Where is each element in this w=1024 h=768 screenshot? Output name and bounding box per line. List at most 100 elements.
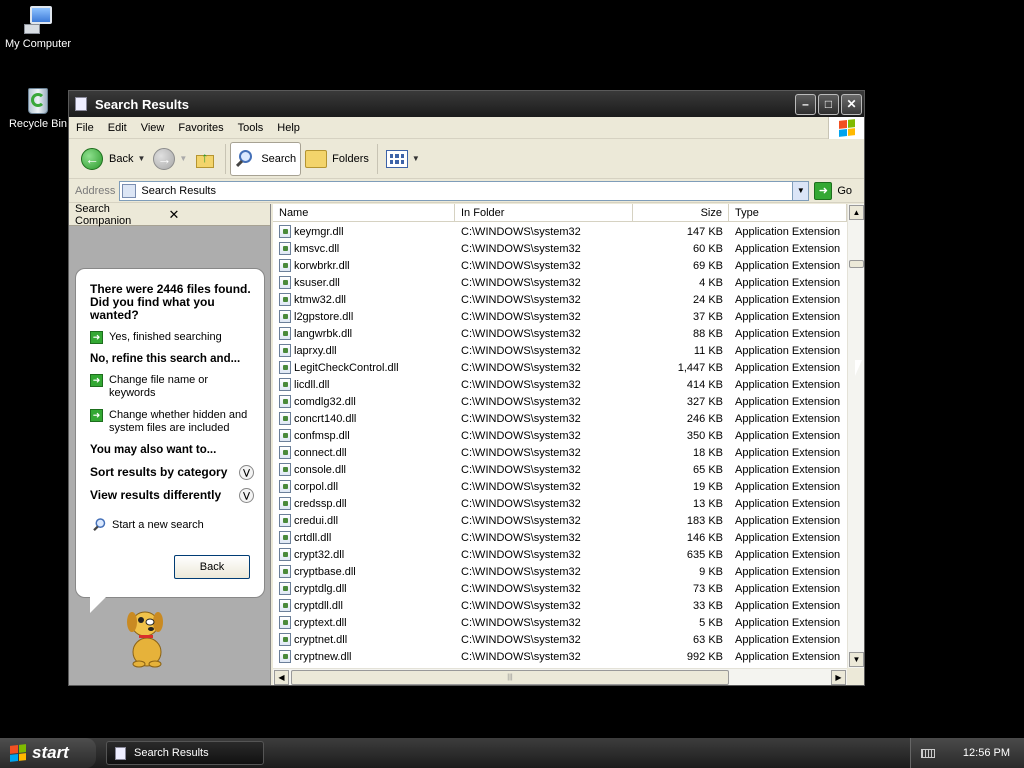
views-button[interactable]: ▼ bbox=[382, 142, 424, 176]
column-header-name[interactable]: Name bbox=[273, 204, 455, 221]
table-row[interactable]: langwrbk.dll C:\WINDOWS\system32 88 KB Appl… bbox=[273, 325, 847, 342]
taskbar-item-search-results[interactable]: Search Results bbox=[106, 741, 264, 765]
table-row[interactable]: LegitCheckControl.dll C:\WINDOWS\system32… bbox=[273, 359, 847, 376]
view-results-expander[interactable]: View results differently ⋁ bbox=[90, 488, 254, 503]
size-cell: 1,447 KB bbox=[677, 361, 723, 374]
table-row[interactable]: connect.dll C:\WINDOWS\system32 18 KB Appli… bbox=[273, 444, 847, 461]
chevron-down-icon[interactable]: ⋁ bbox=[239, 488, 254, 503]
horizontal-scrollbar[interactable]: ◀ ||| ▶ bbox=[273, 668, 847, 685]
file-name: cryptdll.dll bbox=[294, 599, 343, 612]
column-header-type[interactable]: Type bbox=[729, 204, 847, 221]
dll-file-icon bbox=[279, 327, 291, 340]
back-button[interactable]: ← Back ▼ bbox=[77, 142, 149, 176]
folder-cell: C:\WINDOWS\system32 bbox=[461, 548, 581, 561]
chevron-down-icon[interactable]: ⋁ bbox=[239, 465, 254, 480]
menu-tools[interactable]: Tools bbox=[231, 122, 271, 134]
table-row[interactable]: ksuser.dll C:\WINDOWS\system32 4 KB Applica… bbox=[273, 274, 847, 291]
file-name-cell: ktmw32.dll bbox=[273, 293, 455, 306]
scroll-down-icon[interactable]: ▼ bbox=[849, 652, 864, 667]
table-row[interactable]: cryptnew.dll C:\WINDOWS\system32 992 KB App… bbox=[273, 648, 847, 665]
table-row[interactable]: credssp.dll C:\WINDOWS\system32 13 KB Appli… bbox=[273, 495, 847, 512]
table-row[interactable]: ktmw32.dll C:\WINDOWS\system32 24 KB Applic… bbox=[273, 291, 847, 308]
file-name-cell: crypt32.dll bbox=[273, 548, 455, 561]
menu-edit[interactable]: Edit bbox=[101, 122, 134, 134]
clock[interactable]: 12:56 PM bbox=[963, 747, 1010, 759]
search-dog-icon[interactable] bbox=[121, 600, 173, 668]
scroll-up-icon[interactable]: ▲ bbox=[849, 205, 864, 220]
folders-button[interactable]: Folders bbox=[301, 142, 373, 176]
go-button[interactable]: ➜ Go bbox=[814, 181, 852, 200]
column-header-folder[interactable]: In Folder bbox=[455, 204, 633, 221]
title-bar[interactable]: Search Results – □ ✕ bbox=[69, 91, 864, 117]
window-content: Search Companion ✕ There were 2446 files… bbox=[69, 202, 864, 685]
scroll-right-icon[interactable]: ▶ bbox=[831, 670, 846, 685]
size-cell: 18 KB bbox=[693, 446, 723, 459]
address-dropdown-icon[interactable]: ▼ bbox=[792, 181, 809, 200]
table-row[interactable]: comdlg32.dll C:\WINDOWS\system32 327 KB App… bbox=[273, 393, 847, 410]
table-row[interactable]: concrt140.dll C:\WINDOWS\system32 246 KB Ap… bbox=[273, 410, 847, 427]
table-row[interactable]: keymgr.dll C:\WINDOWS\system32 147 KB Appli… bbox=[273, 223, 847, 240]
table-row[interactable]: cryptdlg.dll C:\WINDOWS\system32 73 KB Appl… bbox=[273, 580, 847, 597]
companion-back-button[interactable]: Back bbox=[174, 555, 250, 579]
sort-results-expander[interactable]: Sort results by category ⋁ bbox=[90, 465, 254, 480]
toolbar-separator bbox=[225, 143, 227, 174]
file-name-cell: credssp.dll bbox=[273, 497, 455, 510]
minimize-button[interactable]: – bbox=[795, 93, 816, 115]
start-button[interactable]: start bbox=[0, 738, 96, 768]
maximize-button[interactable]: □ bbox=[818, 93, 839, 115]
table-row[interactable]: confmsp.dll C:\WINDOWS\system32 350 KB Appl… bbox=[273, 427, 847, 444]
new-search-link[interactable]: Start a new search bbox=[90, 515, 254, 535]
close-pane-icon[interactable]: ✕ bbox=[169, 207, 263, 223]
address-field[interactable]: Search Results ▼ bbox=[119, 180, 810, 201]
table-row[interactable]: corpol.dll C:\WINDOWS\system32 19 KB Applic… bbox=[273, 478, 847, 495]
change-file-name-link[interactable]: ➜ Change file name or keywords bbox=[90, 374, 254, 400]
horizontal-scroll-thumb[interactable]: ||| bbox=[291, 670, 729, 685]
menu-help[interactable]: Help bbox=[270, 122, 307, 134]
search-companion-title: Search Companion bbox=[75, 202, 132, 227]
expander-label: Sort results by category bbox=[90, 465, 228, 479]
vertical-scrollbar[interactable]: ▲ ▼ bbox=[847, 204, 864, 668]
recycle-bin-desktop-icon[interactable]: Recycle Bin bbox=[0, 84, 76, 130]
table-row[interactable]: cryptbase.dll C:\WINDOWS\system32 9 KB Appl… bbox=[273, 563, 847, 580]
table-row[interactable]: korwbrkr.dll C:\WINDOWS\system32 69 KB Appl… bbox=[273, 257, 847, 274]
toolbar: ← Back ▼ → ▼ ↑ Search Folders ▼ bbox=[69, 139, 864, 179]
menu-view[interactable]: View bbox=[134, 122, 172, 134]
back-dropdown-icon[interactable]: ▼ bbox=[137, 154, 145, 163]
go-label: Go bbox=[837, 184, 852, 197]
table-row[interactable]: cryptdll.dll C:\WINDOWS\system32 33 KB Appl… bbox=[273, 597, 847, 614]
up-folder-button[interactable]: ↑ bbox=[191, 142, 221, 176]
companion-balloon: There were 2446 files found. Did you fin… bbox=[75, 268, 265, 613]
table-row[interactable]: crtdll.dll C:\WINDOWS\system32 146 KB Appli… bbox=[273, 529, 847, 546]
folder-cell: C:\WINDOWS\system32 bbox=[461, 395, 581, 408]
table-row[interactable]: cryptext.dll C:\WINDOWS\system32 5 KB Appli… bbox=[273, 614, 847, 631]
keyboard-icon[interactable] bbox=[921, 748, 935, 758]
table-row[interactable]: credui.dll C:\WINDOWS\system32 183 KB Appli… bbox=[273, 512, 847, 529]
folder-cell: C:\WINDOWS\system32 bbox=[461, 633, 581, 646]
close-button[interactable]: ✕ bbox=[841, 93, 862, 115]
my-computer-desktop-icon[interactable]: My Computer bbox=[0, 4, 76, 50]
table-row[interactable]: kmsvc.dll C:\WINDOWS\system32 60 KB Applica… bbox=[273, 240, 847, 257]
table-row[interactable]: crypt32.dll C:\WINDOWS\system32 635 KB Appl… bbox=[273, 546, 847, 563]
table-row[interactable]: l2gpstore.dll C:\WINDOWS\system32 37 KB App… bbox=[273, 308, 847, 325]
forward-button[interactable]: → ▼ bbox=[149, 142, 191, 176]
size-cell: 60 KB bbox=[693, 242, 723, 255]
start-label: start bbox=[32, 743, 69, 762]
menu-file[interactable]: File bbox=[69, 122, 101, 134]
table-row[interactable]: cryptnet.dll C:\WINDOWS\system32 63 KB Appl… bbox=[273, 631, 847, 648]
scroll-left-icon[interactable]: ◀ bbox=[274, 670, 289, 685]
option-label: Yes, finished searching bbox=[109, 331, 222, 343]
column-header-size[interactable]: Size bbox=[633, 204, 729, 221]
type-cell: Application Extension bbox=[735, 582, 841, 595]
table-row[interactable]: licdll.dll C:\WINDOWS\system32 414 KB Appli… bbox=[273, 376, 847, 393]
forward-dropdown-icon[interactable]: ▼ bbox=[179, 154, 187, 163]
folder-cell: C:\WINDOWS\system32 bbox=[461, 616, 581, 629]
scroll-thumb[interactable] bbox=[849, 260, 864, 268]
yes-finished-link[interactable]: ➜ Yes, finished searching bbox=[90, 331, 254, 344]
file-name-cell: laprxy.dll bbox=[273, 344, 455, 357]
table-row[interactable]: laprxy.dll C:\WINDOWS\system32 11 KB Applic… bbox=[273, 342, 847, 359]
menu-favorites[interactable]: Favorites bbox=[171, 122, 230, 134]
search-button[interactable]: Search bbox=[230, 141, 302, 176]
table-row[interactable]: console.dll C:\WINDOWS\system32 65 KB Appli… bbox=[273, 461, 847, 478]
change-hidden-files-link[interactable]: ➜ Change whether hidden and system files… bbox=[90, 409, 254, 435]
search-results-window: Search Results – □ ✕ File Edit View Favo… bbox=[68, 90, 865, 686]
